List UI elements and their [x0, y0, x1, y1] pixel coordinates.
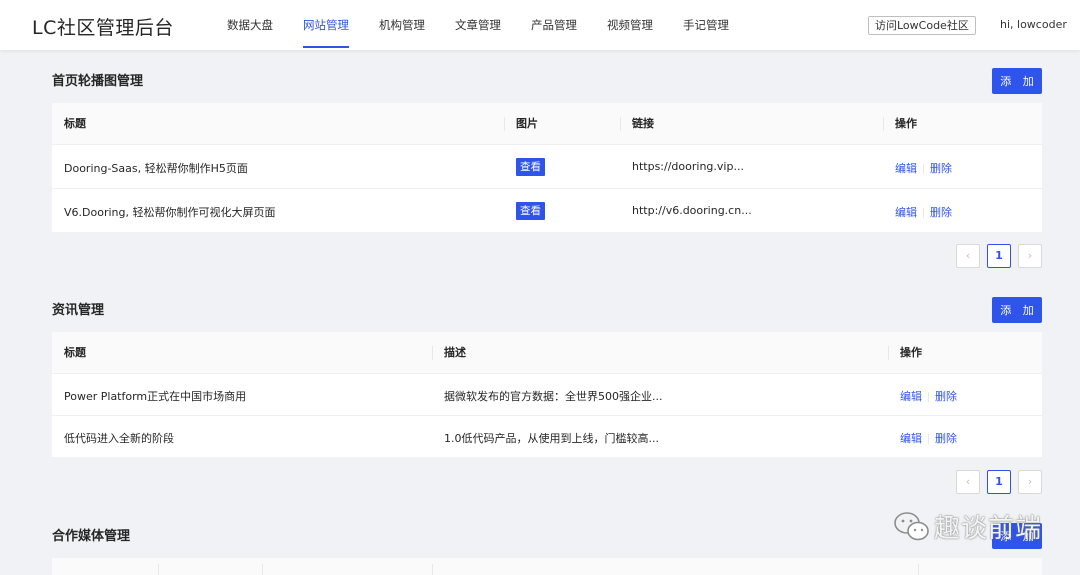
col-title: 标题 — [64, 346, 86, 359]
page-number-button[interactable]: 1 — [987, 470, 1011, 494]
action-divider — [923, 208, 924, 218]
carousel-add-button[interactable]: 添 加 — [992, 68, 1042, 94]
row-description: 1.0低代码产品，从使用到上线，门槛较高... — [444, 432, 659, 445]
action-divider — [928, 392, 929, 402]
page-number-button[interactable]: 1 — [987, 244, 1011, 268]
carousel-section-title: 首页轮播图管理 — [52, 74, 144, 89]
visit-community-button[interactable]: 访问LowCode社区 — [868, 16, 976, 35]
media-section-title: 合作媒体管理 — [52, 529, 131, 544]
view-image-button[interactable]: 查看 — [516, 202, 545, 220]
nav-products[interactable]: 产品管理 — [516, 0, 592, 50]
edit-link[interactable]: 编辑 — [895, 206, 917, 219]
column-divider — [432, 564, 433, 575]
edit-link[interactable]: 编辑 — [900, 390, 922, 403]
table-row: V6.Dooring, 轻松帮你制作可视化大屏页面 查看 http://v6.d… — [52, 189, 1042, 232]
row-title: V6.Dooring, 轻松帮你制作可视化大屏页面 — [64, 206, 276, 219]
table-header: 标题 图片 链接 操作 — [52, 103, 1042, 145]
prev-page-button[interactable]: ‹ — [956, 244, 980, 268]
nav-organization[interactable]: 机构管理 — [364, 0, 440, 50]
edit-link[interactable]: 编辑 — [895, 162, 917, 175]
row-title: Dooring-Saas, 轻松帮你制作H5页面 — [64, 162, 248, 175]
col-actions: 操作 — [888, 332, 922, 374]
carousel-table: 标题 图片 链接 操作 Dooring-Saas, 轻松帮你制作H5页面 查看 … — [52, 103, 1042, 232]
table-row: 低代码进入全新的阶段 1.0低代码产品，从使用到上线，门槛较高... 编辑 删除 — [52, 416, 1042, 457]
delete-link[interactable]: 删除 — [930, 206, 952, 219]
col-image: 图片 — [504, 103, 538, 145]
carousel-pagination: ‹ 1 › — [956, 244, 1042, 268]
watermark: 趣谈前端 — [892, 508, 1042, 545]
edit-link[interactable]: 编辑 — [900, 432, 922, 445]
col-description: 描述 — [432, 332, 466, 374]
action-divider — [923, 164, 924, 174]
column-divider — [262, 564, 263, 575]
row-title: 低代码进入全新的阶段 — [64, 432, 174, 445]
prev-page-button[interactable]: ‹ — [956, 470, 980, 494]
row-link: https://dooring.vip... — [632, 160, 744, 173]
table-row: Power Platform正式在中国市场商用 据微软发布的官方数据：全世界50… — [52, 374, 1042, 416]
app-logo[interactable]: LC社区管理后台 — [32, 13, 174, 40]
action-divider — [928, 434, 929, 444]
col-title: 标题 — [64, 117, 86, 130]
nav-articles[interactable]: 文章管理 — [440, 0, 516, 50]
delete-link[interactable]: 删除 — [935, 390, 957, 403]
news-table: 标题 描述 操作 Power Platform正式在中国市场商用 据微软发布的官… — [52, 332, 1042, 457]
main-nav: 数据大盘 网站管理 机构管理 文章管理 产品管理 视频管理 手记管理 — [212, 0, 744, 50]
watermark-text: 趣谈前端 — [934, 514, 1043, 544]
column-divider — [918, 564, 919, 575]
row-title: Power Platform正式在中国市场商用 — [64, 390, 247, 403]
col-actions: 操作 — [883, 103, 917, 145]
nav-dashboard[interactable]: 数据大盘 — [212, 0, 288, 50]
view-image-button[interactable]: 查看 — [516, 158, 545, 176]
user-greeting[interactable]: hi, lowcoder — [1000, 18, 1067, 31]
nav-notes[interactable]: 手记管理 — [668, 0, 744, 50]
news-pagination: ‹ 1 › — [956, 470, 1042, 494]
delete-link[interactable]: 删除 — [930, 162, 952, 175]
col-link: 链接 — [620, 103, 654, 145]
next-page-button[interactable]: › — [1018, 244, 1042, 268]
wechat-icon — [894, 511, 929, 540]
table-header: 标题 描述 操作 — [52, 332, 1042, 374]
row-description: 据微软发布的官方数据：全世界500强企业... — [444, 390, 663, 403]
delete-link[interactable]: 删除 — [935, 432, 957, 445]
next-page-button[interactable]: › — [1018, 470, 1042, 494]
nav-videos[interactable]: 视频管理 — [592, 0, 668, 50]
column-divider — [158, 564, 159, 575]
row-link: http://v6.dooring.cn... — [632, 204, 752, 217]
table-row: Dooring-Saas, 轻松帮你制作H5页面 查看 https://door… — [52, 145, 1042, 189]
top-header: LC社区管理后台 数据大盘 网站管理 机构管理 文章管理 产品管理 视频管理 手… — [0, 0, 1080, 50]
news-add-button[interactable]: 添 加 — [992, 297, 1042, 323]
nav-website[interactable]: 网站管理 — [288, 0, 364, 50]
media-table — [52, 558, 1042, 575]
news-section-title: 资讯管理 — [52, 303, 105, 318]
